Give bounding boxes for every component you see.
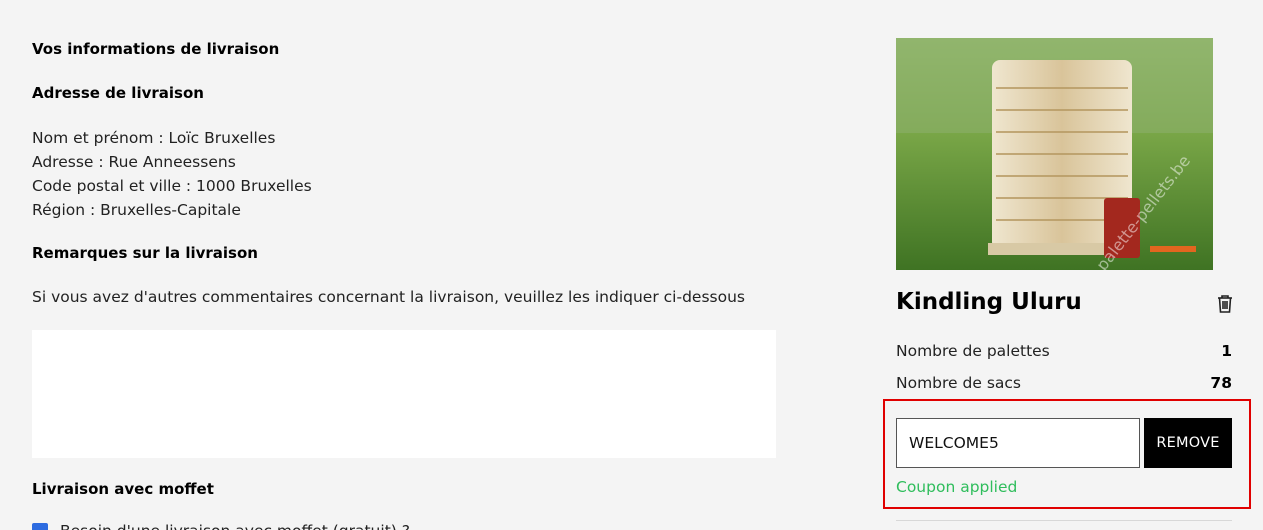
moffet-option[interactable]: Besoin d'une livraison avec moffet (grat… (32, 522, 410, 530)
name-line: Nom et prénom : Loïc Bruxelles (32, 129, 276, 147)
moffet-heading: Livraison avec moffet (32, 480, 214, 498)
region-line: Région : Bruxelles-Capitale (32, 201, 241, 219)
product-name: Kindling Uluru (896, 289, 1082, 315)
address-block: Nom et prénom : Loïc Bruxelles Adresse :… (32, 126, 312, 222)
coupon-code-input[interactable] (896, 418, 1140, 468)
trash-icon[interactable] (1216, 294, 1234, 314)
bags-value: 78 (1210, 374, 1232, 392)
product-image-graphic: palette-pellets.be (896, 38, 1213, 270)
remarks-textarea[interactable] (32, 330, 776, 458)
delivery-info-title: Vos informations de livraison (32, 40, 280, 58)
checkbox-checked-icon[interactable] (32, 523, 48, 530)
bags-label: Nombre de sacs (896, 374, 1021, 392)
postal-city-line: Code postal et ville : 1000 Bruxelles (32, 177, 312, 195)
remarks-instructions: Si vous avez d'autres commentaires conce… (32, 288, 745, 306)
remove-coupon-button[interactable]: REMOVE (1144, 418, 1232, 468)
moffet-label: Besoin d'une livraison avec moffet (grat… (60, 522, 410, 530)
summary-divider (896, 520, 1232, 521)
product-image: palette-pellets.be (896, 38, 1213, 270)
palettes-row: Nombre de palettes 1 (896, 342, 1232, 360)
remarks-heading: Remarques sur la livraison (32, 244, 258, 262)
palettes-label: Nombre de palettes (896, 342, 1050, 360)
address-heading: Adresse de livraison (32, 84, 204, 102)
bags-row: Nombre de sacs 78 (896, 374, 1232, 392)
address-line: Adresse : Rue Anneessens (32, 153, 236, 171)
coupon-status-message: Coupon applied (896, 478, 1018, 496)
palettes-value: 1 (1221, 342, 1232, 360)
